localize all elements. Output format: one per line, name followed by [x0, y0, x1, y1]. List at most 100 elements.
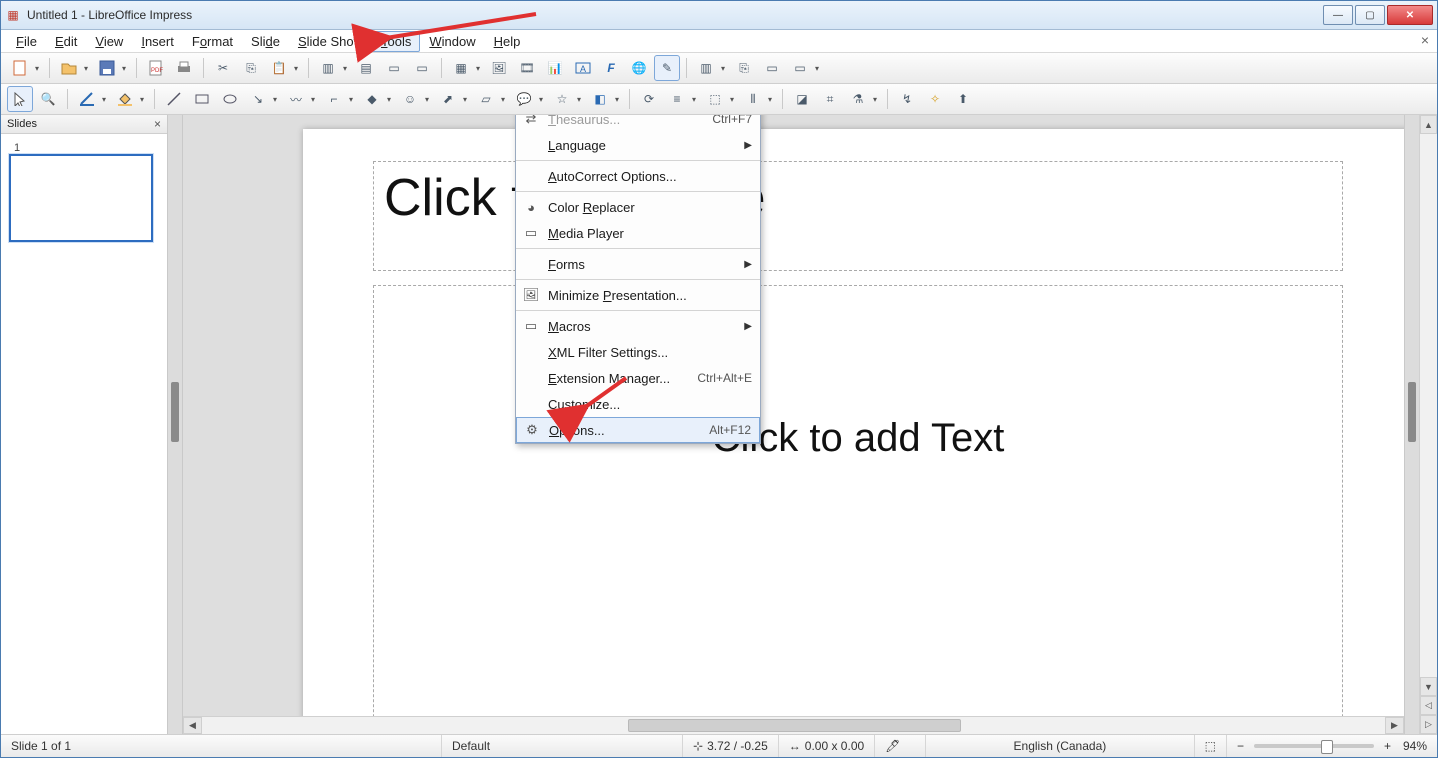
delete-slide-icon[interactable]: ▭ [759, 55, 785, 81]
ellipse-tool-icon[interactable] [217, 86, 243, 112]
minimize-button[interactable]: — [1323, 5, 1353, 25]
paste-icon[interactable]: 📋 [266, 55, 292, 81]
menu-language[interactable]: Language▶ [516, 132, 760, 158]
menu-view[interactable]: View [86, 31, 132, 52]
connectors-icon[interactable]: ⌐ [321, 86, 347, 112]
left-gutter[interactable] [168, 115, 183, 734]
hscroll-right-icon[interactable]: ▶ [1385, 717, 1404, 734]
svg-text:PDF: PDF [151, 68, 163, 74]
vscroll-up-icon[interactable]: ▲ [1420, 115, 1437, 134]
flowchart-icon[interactable]: ▱ [473, 86, 499, 112]
vertical-scrollbar[interactable]: ▲ ▼ ◁ ▷ [1419, 115, 1437, 734]
slides-panel-close-icon[interactable]: × [154, 117, 161, 131]
image-icon[interactable]: 🖼 [486, 55, 512, 81]
menu-format[interactable]: Format [183, 31, 242, 52]
zoom-in-icon[interactable]: + [1384, 739, 1391, 753]
copy-icon[interactable]: ⎘ [238, 55, 264, 81]
new-doc-icon[interactable] [7, 55, 33, 81]
zoom-tool-icon[interactable]: 🔍 [35, 86, 61, 112]
status-style[interactable]: Default [452, 739, 490, 753]
rect-tool-icon[interactable] [189, 86, 215, 112]
menu-macros[interactable]: ▭Macros▶ [516, 313, 760, 339]
menu-window[interactable]: Window [420, 31, 484, 52]
block-arrows-icon[interactable]: ⬈ [435, 86, 461, 112]
3d-objects-icon[interactable]: ◧ [587, 86, 613, 112]
print-icon[interactable] [171, 55, 197, 81]
menu-customize[interactable]: Customize... [516, 391, 760, 417]
filter-icon[interactable]: ⚗ [845, 86, 871, 112]
menu-tools[interactable]: Tools [372, 31, 420, 52]
line-color-icon[interactable] [74, 86, 100, 112]
show-draw-functions-icon[interactable]: ✎ [654, 55, 680, 81]
status-language[interactable]: English (Canada) [1014, 739, 1107, 753]
menu-media-player[interactable]: ▭Media Player [516, 220, 760, 246]
save-icon[interactable] [94, 55, 120, 81]
zoom-slider[interactable] [1254, 744, 1374, 748]
new-slide-icon[interactable]: ▥ [693, 55, 719, 81]
horizontal-scrollbar[interactable]: ◀ ▶ [183, 716, 1404, 734]
open-icon[interactable] [56, 55, 82, 81]
symbol-shapes-icon[interactable]: ☺ [397, 86, 423, 112]
menu-edit[interactable]: Edit [46, 31, 86, 52]
duplicate-slide-icon[interactable]: ⎘ [731, 55, 757, 81]
gluepoints-icon[interactable]: ✧ [922, 86, 948, 112]
crop-icon[interactable]: ⌗ [817, 86, 843, 112]
extrusion-icon[interactable]: ⬆ [950, 86, 976, 112]
menu-xml-filter[interactable]: XML Filter Settings... [516, 339, 760, 365]
menu-extension-manager[interactable]: Extension Manager...Ctrl+Alt+E [516, 365, 760, 391]
right-gutter[interactable] [1404, 115, 1419, 734]
hscroll-left-icon[interactable]: ◀ [183, 717, 202, 734]
chart-icon[interactable]: 📊 [542, 55, 568, 81]
align-icon[interactable]: ≡ [664, 86, 690, 112]
lines-arrows-icon[interactable]: ↘ [245, 86, 271, 112]
maximize-button[interactable]: ▢ [1355, 5, 1385, 25]
menu-forms[interactable]: Forms▶ [516, 251, 760, 277]
vscroll-down-icon[interactable]: ▼ [1420, 677, 1437, 696]
menu-file[interactable]: File [7, 31, 46, 52]
slide: Click to add Title Click to add Text [303, 129, 1404, 716]
fontwork-icon[interactable]: F [598, 55, 624, 81]
menu-slideshow[interactable]: Slide Show [289, 31, 372, 52]
av-icon[interactable]: 🎞 [514, 55, 540, 81]
line-tool-icon[interactable] [161, 86, 187, 112]
shadow-icon[interactable]: ◪ [789, 86, 815, 112]
export-pdf-icon[interactable]: PDF [143, 55, 169, 81]
rotate-icon[interactable]: ⟳ [636, 86, 662, 112]
vscroll-prev-icon[interactable]: ◁ [1420, 696, 1437, 715]
distribute-icon[interactable]: ⫴ [740, 86, 766, 112]
start-from-current-icon[interactable]: ▭ [409, 55, 435, 81]
slide-thumb-1[interactable]: 1 [9, 154, 153, 242]
vscroll-next-icon[interactable]: ▷ [1420, 715, 1437, 734]
signature-icon[interactable]: 🖊 [885, 739, 900, 753]
points-icon[interactable]: ↯ [894, 86, 920, 112]
editing-canvas[interactable]: Click to add Title Click to add Text AbS… [183, 115, 1404, 716]
fill-color-icon[interactable] [112, 86, 138, 112]
textbox-icon[interactable]: A [570, 55, 596, 81]
master-slide-icon[interactable]: ▤ [353, 55, 379, 81]
slide-layout-icon[interactable]: ▭ [787, 55, 813, 81]
menu-slide[interactable]: Slide [242, 31, 289, 52]
document-close-icon[interactable]: × [1421, 32, 1429, 48]
menu-insert[interactable]: Insert [132, 31, 183, 52]
basic-shapes-icon[interactable]: ◆ [359, 86, 385, 112]
menu-color-replacer[interactable]: ◕Color Replacer [516, 194, 760, 220]
arrange-icon[interactable]: ⬚ [702, 86, 728, 112]
zoom-out-icon[interactable]: − [1237, 739, 1244, 753]
table-icon[interactable]: ▦ [448, 55, 474, 81]
start-from-first-icon[interactable]: ▭ [381, 55, 407, 81]
stars-icon[interactable]: ☆ [549, 86, 575, 112]
zoom-level[interactable]: 94% [1403, 739, 1427, 753]
callouts-icon[interactable]: 💬 [511, 86, 537, 112]
menu-options[interactable]: ⚙Options...Alt+F12 [516, 417, 760, 443]
menu-autocorrect[interactable]: AutoCorrect Options... [516, 163, 760, 189]
display-views-icon[interactable]: ▥ [315, 55, 341, 81]
curves-polygons-icon[interactable]: 〰 [283, 86, 309, 112]
close-button[interactable]: ✕ [1387, 5, 1433, 25]
select-tool-icon[interactable] [7, 86, 33, 112]
cut-icon[interactable]: ✂ [210, 55, 236, 81]
menu-minimize-presentation[interactable]: 🖼Minimize Presentation... [516, 282, 760, 308]
hyperlink-icon[interactable]: 🌐 [626, 55, 652, 81]
status-coords: 3.72 / -0.25 [707, 739, 768, 753]
fit-page-icon[interactable]: ⬚ [1205, 739, 1216, 753]
menu-help[interactable]: Help [485, 31, 530, 52]
